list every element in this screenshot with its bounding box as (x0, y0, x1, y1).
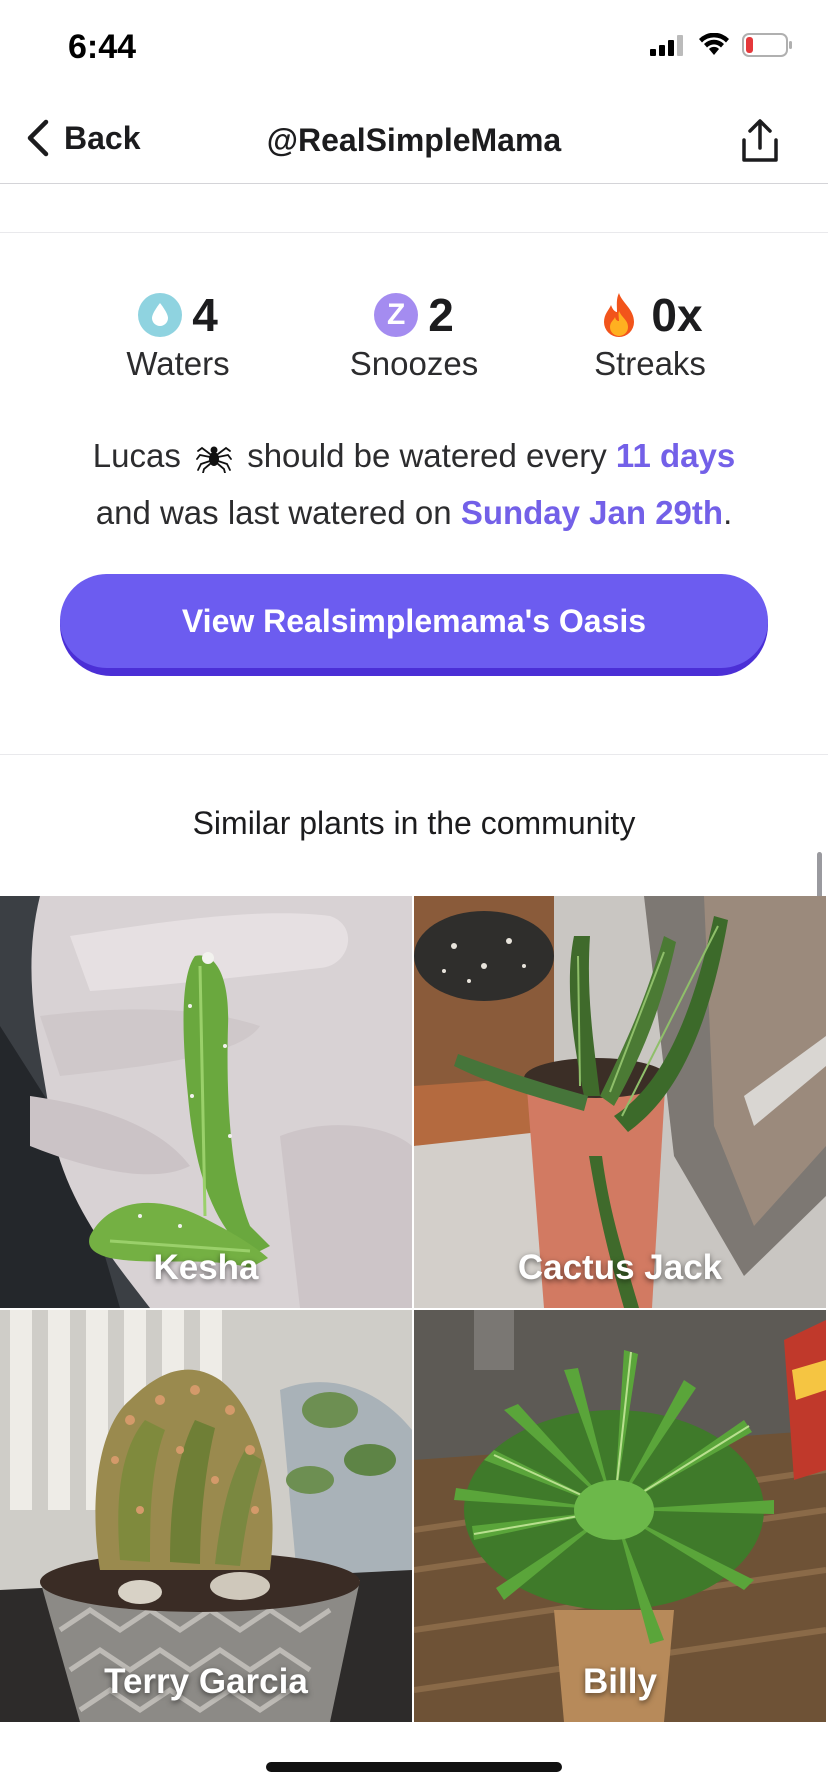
fire-icon (597, 291, 641, 339)
plant-photo-terry-garcia (0, 1310, 412, 1722)
stat-snoozes: Z 2 Snoozes (294, 285, 534, 383)
cellular-signal-icon (650, 35, 683, 56)
plant-tile-cactus-jack[interactable]: Cactus Jack (414, 896, 826, 1308)
view-oasis-button[interactable]: View Realsimplemama's Oasis (60, 574, 768, 676)
plant-name-terry-garcia: Terry Garcia (104, 1662, 308, 1701)
status-time: 6:44 (68, 28, 137, 66)
home-indicator[interactable] (266, 1762, 562, 1772)
view-oasis-label: View Realsimplemama's Oasis (181, 602, 647, 639)
status-bar: 6:44 (0, 0, 828, 100)
plant-name-kesha: Kesha (153, 1248, 259, 1287)
streaks-label: Streaks (594, 345, 706, 382)
plant-name-billy: Billy (583, 1662, 657, 1701)
section-divider (0, 232, 828, 233)
plant-name-cactus-jack: Cactus Jack (517, 1248, 723, 1287)
snoozes-label: Snoozes (349, 345, 479, 382)
battery-low-icon (742, 33, 792, 57)
plant-photo-billy (414, 1310, 826, 1722)
nav-bar: @RealSimpleMama Back (0, 100, 828, 184)
desc-part1: should be watered every (247, 437, 607, 474)
snooze-z-icon: Z (374, 293, 419, 337)
desc-part2: and was last watered on (95, 494, 452, 531)
wifi-icon (699, 33, 729, 55)
chevron-left-icon (27, 119, 49, 157)
view-oasis-button-face: View Realsimplemama's Oasis (60, 574, 768, 668)
stats-row: 4 Waters Z 2 Snoozes 0x Streaks (0, 285, 828, 395)
spider-icon (196, 436, 232, 487)
plant-name: Lucas (92, 437, 181, 474)
stat-waters: 4 Waters (58, 285, 298, 383)
water-drop-icon (138, 293, 183, 337)
streaks-count: 0x (651, 289, 703, 341)
share-button[interactable] (738, 118, 782, 169)
waters-label: Waters (126, 345, 230, 382)
waters-count: 4 (192, 289, 218, 341)
plant-tile-terry-garcia[interactable]: Terry Garcia (0, 1310, 412, 1722)
plant-photo-cactus-jack (414, 896, 826, 1308)
section-divider (0, 754, 828, 755)
watering-description: Lucas should be watered every 11 days an… (0, 430, 828, 538)
plant-photo-kesha (0, 896, 412, 1308)
similar-plants-title: Similar plants in the community (192, 805, 636, 841)
plant-tile-kesha[interactable]: Kesha (0, 896, 412, 1308)
similar-plants-grid: Kesha Cactus Jack Terry Garcia Billy (0, 896, 828, 1722)
stat-streaks: 0x Streaks (530, 285, 770, 383)
last-watered-date: Sunday Jan 29th (460, 494, 724, 531)
back-label: Back (64, 119, 141, 156)
status-icons (650, 32, 794, 58)
plant-tile-billy[interactable]: Billy (414, 1310, 826, 1722)
share-icon (742, 119, 778, 162)
desc-end: . (723, 494, 733, 531)
back-button[interactable]: Back (24, 118, 141, 158)
snoozes-count: 2 (428, 289, 454, 341)
watering-interval: 11 days (615, 437, 736, 474)
